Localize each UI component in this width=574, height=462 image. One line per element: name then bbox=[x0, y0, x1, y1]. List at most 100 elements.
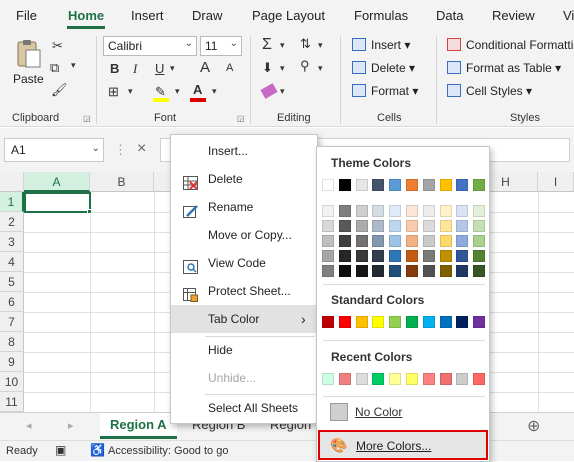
highlight-dropdown-icon[interactable]: ▾ bbox=[175, 86, 180, 97]
tab-data[interactable]: Data bbox=[436, 8, 463, 23]
selected-cell-a1[interactable] bbox=[24, 192, 91, 213]
theme-shade-swatch[interactable] bbox=[406, 205, 418, 217]
bold-button[interactable]: B bbox=[110, 61, 119, 76]
theme-shade-swatch[interactable] bbox=[355, 265, 368, 277]
standard-color-swatch[interactable] bbox=[338, 316, 351, 328]
standard-color-swatch[interactable] bbox=[439, 316, 452, 328]
theme-shade-swatch[interactable] bbox=[322, 220, 334, 232]
theme-shade-swatch[interactable] bbox=[338, 250, 351, 262]
cancel-icon[interactable]: × bbox=[137, 140, 146, 158]
tab-view[interactable]: Vie bbox=[563, 8, 574, 23]
theme-shade-swatch[interactable] bbox=[372, 265, 385, 277]
theme-shade-swatch[interactable] bbox=[389, 205, 402, 217]
format-as-table-button[interactable]: Format as Table ▾ bbox=[447, 61, 561, 75]
fill-dropdown-icon[interactable]: ▾ bbox=[280, 63, 285, 74]
tab-formulas[interactable]: Formulas bbox=[354, 8, 408, 23]
format-painter-icon[interactable]: 🖌 bbox=[51, 82, 68, 98]
theme-shade-swatch[interactable] bbox=[322, 205, 334, 217]
recent-color-swatch[interactable] bbox=[473, 373, 486, 385]
row-header-2[interactable]: 2 bbox=[0, 212, 24, 232]
menu-item-hide[interactable]: Hide bbox=[171, 336, 317, 364]
grow-font-button[interactable]: A bbox=[200, 59, 210, 76]
standard-color-swatch[interactable] bbox=[473, 316, 486, 328]
theme-shade-swatch[interactable] bbox=[355, 235, 368, 247]
theme-shade-swatch[interactable] bbox=[389, 235, 402, 247]
font-color-dropdown-icon[interactable]: ▾ bbox=[212, 86, 217, 97]
underline-button[interactable]: U bbox=[155, 61, 164, 76]
theme-shade-swatch[interactable] bbox=[439, 205, 452, 217]
clipboard-launcher-icon[interactable]: ◲ bbox=[83, 114, 91, 123]
row-header-10[interactable]: 10 bbox=[0, 372, 24, 392]
standard-color-swatch[interactable] bbox=[355, 316, 368, 328]
theme-shade-swatch[interactable] bbox=[372, 235, 385, 247]
theme-shade-swatch[interactable] bbox=[355, 220, 368, 232]
menu-item-rename[interactable]: Rename bbox=[171, 193, 317, 221]
row-header-3[interactable]: 3 bbox=[0, 232, 24, 252]
theme-shade-swatch[interactable] bbox=[456, 250, 469, 262]
scroll-left-icon[interactable]: ◂ bbox=[26, 419, 32, 432]
row-header-8[interactable]: 8 bbox=[0, 332, 24, 352]
theme-shade-swatch[interactable] bbox=[372, 220, 385, 232]
theme-shade-swatch[interactable] bbox=[322, 250, 334, 262]
theme-shade-swatch[interactable] bbox=[355, 250, 368, 262]
theme-shade-swatch[interactable] bbox=[389, 265, 402, 277]
name-box[interactable]: A1 ⌄ bbox=[4, 138, 104, 162]
sheet-tab-region-a[interactable]: Region A bbox=[100, 413, 177, 439]
italic-button[interactable]: I bbox=[133, 61, 137, 77]
theme-shade-swatch[interactable] bbox=[439, 250, 452, 262]
font-name-box[interactable]: Calibri ⌄ bbox=[103, 36, 197, 56]
shrink-font-button[interactable]: A bbox=[226, 62, 233, 74]
paste-icon[interactable] bbox=[14, 38, 44, 68]
theme-shade-swatch[interactable] bbox=[473, 250, 486, 262]
menu-item-view-code[interactable]: View Code bbox=[171, 249, 317, 277]
font-color-button[interactable]: A bbox=[190, 82, 206, 102]
autosum-icon[interactable]: Σ bbox=[262, 36, 272, 54]
standard-color-swatch[interactable] bbox=[372, 316, 385, 328]
theme-shade-swatch[interactable] bbox=[322, 235, 334, 247]
theme-shade-swatch[interactable] bbox=[473, 205, 486, 217]
underline-dropdown-icon[interactable]: ▾ bbox=[170, 63, 175, 74]
fill-icon[interactable]: ⬇ bbox=[262, 60, 273, 76]
theme-color-swatch[interactable] bbox=[456, 179, 469, 191]
theme-shade-swatch[interactable] bbox=[322, 265, 334, 277]
menu-item-insert[interactable]: Insert... bbox=[171, 137, 317, 165]
borders-dropdown-icon[interactable]: ▾ bbox=[128, 86, 133, 97]
theme-color-swatch[interactable] bbox=[372, 179, 385, 191]
theme-shade-swatch[interactable] bbox=[473, 220, 486, 232]
tab-draw[interactable]: Draw bbox=[192, 8, 222, 23]
theme-shade-swatch[interactable] bbox=[372, 205, 385, 217]
cell-styles-button[interactable]: Cell Styles ▾ bbox=[447, 84, 532, 98]
tab-insert[interactable]: Insert bbox=[131, 8, 164, 23]
theme-shade-swatch[interactable] bbox=[456, 265, 469, 277]
column-header-b[interactable]: B bbox=[90, 172, 154, 192]
font-size-box[interactable]: 11 ⌄ bbox=[200, 36, 242, 56]
menu-item-delete[interactable]: Delete bbox=[171, 165, 317, 193]
recent-color-swatch[interactable] bbox=[338, 373, 351, 385]
theme-shade-swatch[interactable] bbox=[406, 265, 418, 277]
theme-shade-swatch[interactable] bbox=[406, 250, 418, 262]
row-header-5[interactable]: 5 bbox=[0, 272, 24, 292]
theme-color-swatch[interactable] bbox=[338, 179, 351, 191]
recent-color-swatch[interactable] bbox=[355, 373, 368, 385]
theme-shade-swatch[interactable] bbox=[439, 265, 452, 277]
recent-color-swatch[interactable] bbox=[389, 373, 402, 385]
recent-color-swatch[interactable] bbox=[456, 373, 469, 385]
theme-shade-swatch[interactable] bbox=[456, 235, 469, 247]
standard-color-swatch[interactable] bbox=[322, 316, 334, 328]
column-header-i[interactable]: I bbox=[538, 172, 574, 192]
insert-cells-button[interactable]: Insert ▾ bbox=[352, 38, 410, 52]
theme-shade-swatch[interactable] bbox=[406, 235, 418, 247]
more-colors-option[interactable]: 🎨 More Colors... bbox=[318, 430, 488, 460]
recent-color-swatch[interactable] bbox=[422, 373, 435, 385]
borders-icon[interactable]: ⊞ bbox=[108, 84, 119, 100]
row-header-4[interactable]: 4 bbox=[0, 252, 24, 272]
row-header-9[interactable]: 9 bbox=[0, 352, 24, 372]
theme-color-swatch[interactable] bbox=[322, 179, 334, 191]
delete-cells-button[interactable]: Delete ▾ bbox=[352, 61, 415, 75]
theme-shade-swatch[interactable] bbox=[355, 205, 368, 217]
theme-shade-swatch[interactable] bbox=[473, 235, 486, 247]
theme-shade-swatch[interactable] bbox=[456, 205, 469, 217]
standard-color-swatch[interactable] bbox=[456, 316, 469, 328]
paste-label[interactable]: Paste bbox=[13, 72, 44, 86]
theme-shade-swatch[interactable] bbox=[338, 205, 351, 217]
